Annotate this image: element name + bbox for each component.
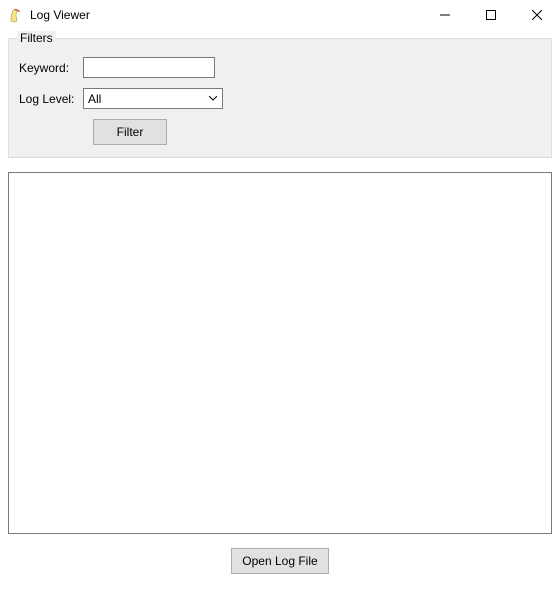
keyword-input[interactable] (83, 57, 215, 78)
content-area: Filters Keyword: Log Level: All Filter O… (0, 38, 560, 582)
filter-button-row: Filter (19, 119, 541, 145)
filters-group: Filters Keyword: Log Level: All Filter (8, 38, 552, 158)
open-log-file-button-label: Open Log File (242, 554, 317, 568)
filter-button[interactable]: Filter (93, 119, 167, 145)
loglevel-select[interactable]: All (83, 88, 223, 109)
window-title: Log Viewer (30, 8, 90, 22)
filters-group-title: Filters (17, 31, 56, 45)
maximize-button[interactable] (468, 0, 514, 30)
loglevel-label: Log Level: (19, 92, 83, 106)
keyword-label: Keyword: (19, 61, 83, 75)
close-button[interactable] (514, 0, 560, 30)
loglevel-row: Log Level: All (19, 88, 541, 109)
filter-button-label: Filter (117, 125, 144, 139)
minimize-button[interactable] (422, 0, 468, 30)
log-textarea[interactable] (8, 172, 552, 534)
titlebar: Log Viewer (0, 0, 560, 30)
loglevel-selected-value: All (84, 92, 204, 106)
footer-bar: Open Log File (8, 548, 552, 574)
open-log-file-button[interactable]: Open Log File (231, 548, 328, 574)
chevron-down-icon (204, 89, 222, 108)
window-controls (422, 0, 560, 30)
keyword-row: Keyword: (19, 57, 541, 78)
app-icon (8, 7, 24, 23)
